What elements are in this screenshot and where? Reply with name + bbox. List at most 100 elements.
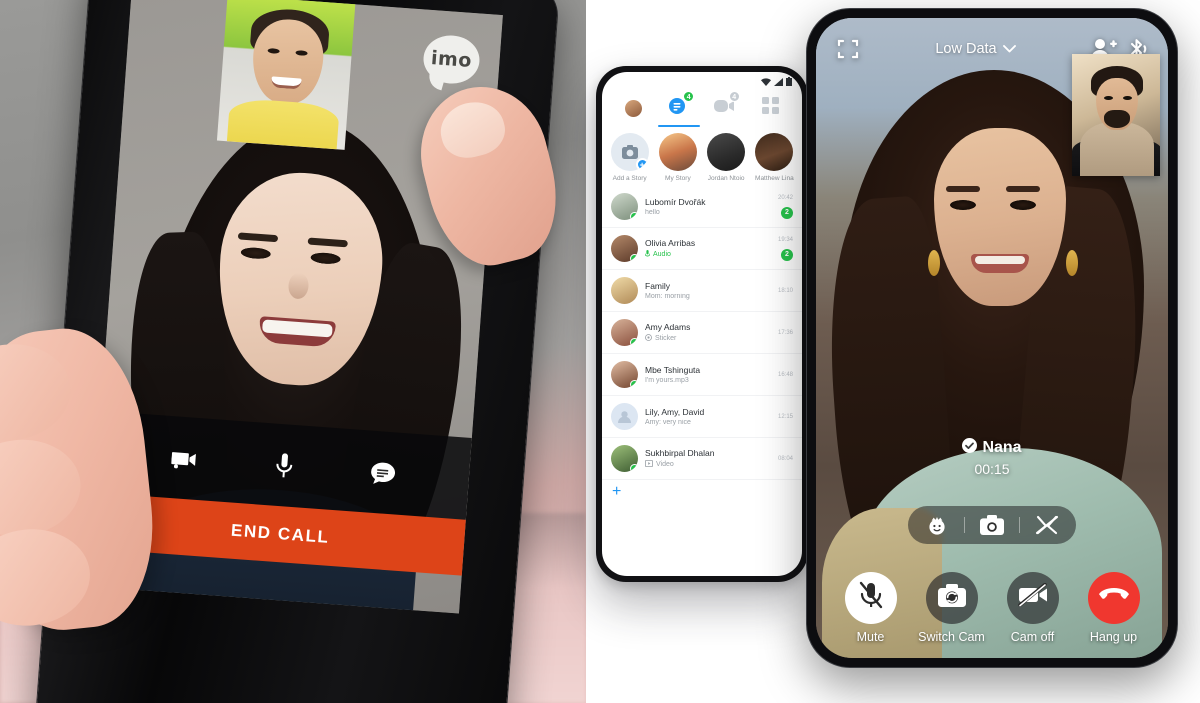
tab-chats[interactable]: 4	[657, 89, 703, 127]
story-label: My Story	[665, 175, 691, 182]
unread-badge: 2	[781, 248, 793, 261]
chat-preview-text: Sticker	[655, 335, 677, 342]
chat-preview-text: Video	[656, 461, 674, 468]
group-people-icon	[617, 410, 632, 428]
cam-off-button[interactable]: Cam off	[995, 571, 1071, 644]
chat-preview: Sticker	[645, 334, 756, 343]
list-item[interactable]: Amy Adams Sticker 17:36	[602, 312, 802, 354]
divider	[1019, 517, 1020, 533]
chat-name: Sukhbirpal Dhalan	[645, 448, 715, 458]
wifi-icon	[761, 73, 771, 91]
video-call-screen: Low Data Nana 00:15 Mute Switch Cam Cam …	[816, 18, 1168, 658]
control-label: Mute	[856, 629, 885, 644]
camera-off-icon	[1017, 582, 1048, 612]
avatar	[611, 445, 638, 472]
stories-row: + Add a Story My Story Jordan Ntoio Matt…	[602, 127, 802, 186]
chat-time: 19:34	[777, 236, 793, 243]
sidebar-item-profile[interactable]	[611, 89, 657, 127]
online-indicator	[630, 338, 638, 346]
chat-time: 12:15	[777, 413, 793, 420]
chat-list-screen: 4 4 + Add a Story My Story Jordan Ntoio …	[602, 72, 802, 576]
avatar	[611, 235, 638, 262]
control-label: Hang up	[1089, 629, 1138, 644]
minimize-icon[interactable]	[836, 37, 860, 61]
call-bottom-controls: Mute Switch Cam Cam off Hang up	[816, 571, 1168, 644]
chat-name: Olivia Arribas	[645, 237, 696, 248]
network-mode-label: Low Data	[935, 41, 997, 57]
chat-app-tab-bar: 4 4	[602, 89, 802, 127]
online-indicator	[630, 464, 638, 472]
online-indicator	[630, 254, 638, 262]
story-label: Add a Story	[612, 175, 647, 182]
avatar	[611, 361, 638, 388]
microphone-icon[interactable]	[275, 453, 293, 480]
battery-icon	[786, 73, 792, 91]
control-label: Switch Cam	[918, 629, 985, 644]
hang-up-button[interactable]: Hang up	[1076, 571, 1152, 644]
switch-cam-button[interactable]: Switch Cam	[914, 571, 990, 644]
face-filter-icon[interactable]	[924, 514, 950, 536]
android-navigation-bar	[75, 684, 451, 703]
chat-preview: Amy: very nice	[645, 419, 691, 426]
list-item[interactable]: Family Mom: morning 18:10	[602, 270, 802, 312]
camera-icon	[621, 145, 638, 164]
switch-camera-icon	[937, 583, 966, 612]
effects-icon[interactable]	[1034, 514, 1060, 536]
self-view-thumbnail[interactable]	[216, 0, 356, 150]
story-my-story[interactable]: My Story	[655, 133, 700, 182]
avatar	[611, 403, 638, 430]
call-timer: 00:15	[974, 461, 1010, 477]
left-phone-photo: imo END CALL	[0, 0, 586, 703]
imo-logo-text: imo	[430, 47, 473, 72]
video-camera-icon[interactable]	[170, 448, 197, 470]
grid-apps-icon	[761, 97, 779, 119]
video-icon	[645, 460, 653, 469]
online-indicator	[630, 380, 638, 388]
chat-preview: I'm yours.mp3	[645, 377, 689, 384]
story-label: Jordan Ntoio	[707, 175, 745, 182]
imo-speech-bubble-logo: imo	[421, 33, 482, 91]
camera-snapshot-icon[interactable]	[979, 515, 1005, 535]
status-bar	[602, 72, 802, 89]
story-add[interactable]: + Add a Story	[607, 133, 652, 182]
caller-info: Nana 00:15	[816, 438, 1168, 477]
chat-preview: Audio	[645, 249, 756, 260]
unread-badge: 2	[781, 206, 793, 219]
verified-check-icon	[962, 438, 978, 458]
chat-time: 20:42	[777, 194, 793, 201]
self-view-thumbnail[interactable]	[1072, 54, 1160, 176]
chat-preview: Mom: morning	[645, 293, 690, 300]
list-item[interactable]: Mbe Tshinguta I'm yours.mp3 16:48	[602, 354, 802, 396]
caller-name-row: Nana	[962, 438, 1022, 458]
new-chat-button[interactable]: +	[602, 480, 802, 504]
plus-icon: +	[635, 158, 649, 171]
list-item[interactable]: Lubomír Dvořák hello 20:42 2	[602, 186, 802, 228]
chat-time: 16:48	[777, 371, 793, 378]
avatar	[611, 277, 638, 304]
chat-bubble-icon[interactable]	[371, 462, 397, 486]
hang-up-icon	[1098, 587, 1129, 608]
sticker-icon	[645, 334, 652, 343]
tab-explore[interactable]	[748, 89, 794, 127]
avatar	[611, 319, 638, 346]
control-label: Cam off	[1010, 629, 1055, 644]
tab-calls[interactable]: 4	[702, 89, 748, 127]
story-label: Matthew Lina	[755, 175, 794, 182]
chat-name: Family	[645, 281, 671, 291]
list-item[interactable]: Sukhbirpal Dhalan Video 08:04	[602, 438, 802, 480]
mute-button[interactable]: Mute	[833, 571, 909, 644]
chat-time: 18:10	[777, 287, 793, 294]
chat-preview: hello	[645, 209, 660, 216]
story-matthew-lina[interactable]: Matthew Lina	[752, 133, 797, 182]
chevron-down-icon	[1002, 41, 1016, 57]
network-mode-selector[interactable]: Low Data	[870, 41, 1081, 57]
chat-name: Amy Adams	[645, 322, 691, 332]
list-item[interactable]: Olivia Arribas Audio 19:34 2	[602, 228, 802, 270]
chat-name: Lily, Amy, David	[645, 407, 705, 417]
chat-name: Lubomír Dvořák	[645, 197, 706, 207]
mic-muted-icon	[858, 581, 884, 614]
list-item[interactable]: Lily, Amy, David Amy: very nice 12:15	[602, 396, 802, 438]
story-jordan-ntoio[interactable]: Jordan Ntoio	[704, 133, 749, 182]
call-effects-toolbar	[908, 506, 1076, 544]
video-call-phone-device: Low Data Nana 00:15 Mute Switch Cam Cam …	[806, 8, 1178, 668]
